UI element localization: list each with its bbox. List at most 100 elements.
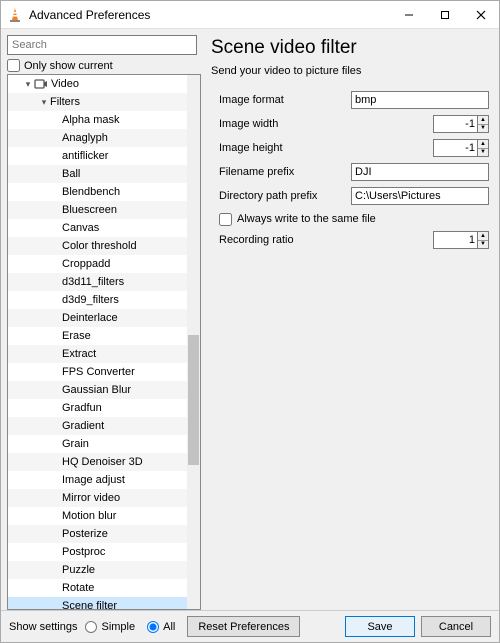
panel-subtitle: Send your video to picture files xyxy=(211,65,489,77)
row-image-height: Image height ▲▼ xyxy=(211,137,489,159)
tree-leaf[interactable]: Puzzle xyxy=(8,561,187,579)
spin-down-icon[interactable]: ▼ xyxy=(478,149,488,157)
input-dir-prefix[interactable] xyxy=(351,187,489,205)
tree-leaf[interactable]: Deinterlace xyxy=(8,309,187,327)
tree-leaf[interactable]: Blendbench xyxy=(8,183,187,201)
only-show-current-row[interactable]: Only show current xyxy=(7,59,201,72)
tree-leaf[interactable]: HQ Denoiser 3D xyxy=(8,453,187,471)
tree-node-label: HQ Denoiser 3D xyxy=(62,456,143,468)
tree-node-label: Gaussian Blur xyxy=(62,384,131,396)
tree-leaf[interactable]: Gradient xyxy=(8,417,187,435)
radio-simple-label: Simple xyxy=(101,621,135,633)
input-recording-ratio[interactable] xyxy=(433,231,478,249)
input-image-width[interactable] xyxy=(433,115,478,133)
row-recording-ratio: Recording ratio ▲▼ xyxy=(211,229,489,251)
spin-up-icon[interactable]: ▲ xyxy=(478,140,488,149)
spin-down-icon[interactable]: ▼ xyxy=(478,125,488,133)
maximize-button[interactable] xyxy=(427,1,463,29)
minimize-button[interactable] xyxy=(391,1,427,29)
close-button[interactable] xyxy=(463,1,499,29)
tree-leaf[interactable]: Alpha mask xyxy=(8,111,187,129)
scrollbar-thumb[interactable] xyxy=(188,335,199,465)
row-dir-prefix: Directory path prefix xyxy=(211,185,489,207)
tree-leaf[interactable]: Extract xyxy=(8,345,187,363)
tree-leaf[interactable]: Bluescreen xyxy=(8,201,187,219)
tree-leaf[interactable]: Color threshold xyxy=(8,237,187,255)
label-image-format: Image format xyxy=(211,94,351,106)
dialog-footer: Show settings Simple All Reset Preferenc… xyxy=(1,610,499,642)
label-image-width: Image width xyxy=(211,118,351,130)
tree-leaf[interactable]: d3d9_filters xyxy=(8,291,187,309)
radio-simple-wrap[interactable]: Simple xyxy=(85,621,135,633)
save-button[interactable]: Save xyxy=(345,616,415,637)
tree-leaf[interactable]: Postproc xyxy=(8,543,187,561)
tree-leaf[interactable]: Canvas xyxy=(8,219,187,237)
tree-leaf[interactable]: Erase xyxy=(8,327,187,345)
tree-node-label: Motion blur xyxy=(62,510,116,522)
radio-all[interactable] xyxy=(147,621,159,633)
chevron-down-icon: ▾ xyxy=(38,97,50,108)
row-image-width: Image width ▲▼ xyxy=(211,113,489,135)
tree-node-label: d3d11_filters xyxy=(62,276,124,288)
label-recording-ratio: Recording ratio xyxy=(211,234,351,246)
tree-leaf[interactable]: d3d11_filters xyxy=(8,273,187,291)
titlebar: Advanced Preferences xyxy=(1,1,499,29)
tree-leaf[interactable]: FPS Converter xyxy=(8,363,187,381)
input-filename-prefix[interactable] xyxy=(351,163,489,181)
tree-leaf[interactable]: Grain xyxy=(8,435,187,453)
tree-leaf[interactable]: Ball xyxy=(8,165,187,183)
reset-preferences-button[interactable]: Reset Preferences xyxy=(187,616,300,637)
spinner-image-height[interactable]: ▲▼ xyxy=(433,139,489,157)
tree-container: ▾Video▾FiltersAlpha mask Anaglyph antiflic… xyxy=(7,74,201,610)
spin-up-icon[interactable]: ▲ xyxy=(478,232,488,241)
tree-node-label: Blendbench xyxy=(62,186,120,198)
tree-leaf[interactable]: Gradfun xyxy=(8,399,187,417)
tree-node-video[interactable]: ▾Video xyxy=(8,75,187,93)
cancel-button[interactable]: Cancel xyxy=(421,616,491,637)
settings-panel: Scene video filter Send your video to pi… xyxy=(201,29,499,610)
spin-up-icon[interactable]: ▲ xyxy=(478,116,488,125)
only-show-current-checkbox[interactable] xyxy=(7,59,20,72)
tree-node-label: antiflicker xyxy=(62,150,108,162)
search-input[interactable] xyxy=(7,35,197,55)
checkbox-always-same-file[interactable] xyxy=(219,213,232,226)
tree-node-filters[interactable]: ▾Filters xyxy=(8,93,187,111)
tree-leaf[interactable]: Mirror video xyxy=(8,489,187,507)
spinner-buttons[interactable]: ▲▼ xyxy=(478,231,489,249)
tree-leaf[interactable]: Gaussian Blur xyxy=(8,381,187,399)
tree-leaf[interactable]: Croppadd xyxy=(8,255,187,273)
label-image-height: Image height xyxy=(211,142,351,154)
tree-leaf[interactable]: Anaglyph xyxy=(8,129,187,147)
spinner-recording-ratio[interactable]: ▲▼ xyxy=(433,231,489,249)
only-show-current-label: Only show current xyxy=(24,60,113,72)
spinner-buttons[interactable]: ▲▼ xyxy=(478,139,489,157)
spin-down-icon[interactable]: ▼ xyxy=(478,241,488,249)
tree-leaf[interactable]: Motion blur xyxy=(8,507,187,525)
tree-node-label: Croppadd xyxy=(62,258,110,270)
label-always-same-file: Always write to the same file xyxy=(237,213,376,225)
tree-node-label: Anaglyph xyxy=(62,132,108,144)
preferences-tree[interactable]: ▾Video▾FiltersAlpha mask Anaglyph antiflic… xyxy=(8,75,187,609)
row-filename-prefix: Filename prefix xyxy=(211,161,489,183)
radio-all-wrap[interactable]: All xyxy=(147,621,175,633)
row-always-same-file[interactable]: Always write to the same file xyxy=(211,209,489,229)
spinner-buttons[interactable]: ▲▼ xyxy=(478,115,489,133)
tree-leaf[interactable]: Image adjust xyxy=(8,471,187,489)
input-image-format[interactable] xyxy=(351,91,489,109)
tree-leaf[interactable]: Scene filter xyxy=(8,597,187,609)
tree-leaf[interactable]: antiflicker xyxy=(8,147,187,165)
spinner-image-width[interactable]: ▲▼ xyxy=(433,115,489,133)
footer-right: Save Cancel xyxy=(345,616,491,637)
tree-leaf[interactable]: Posterize xyxy=(8,525,187,543)
tree-node-label: Canvas xyxy=(62,222,99,234)
tree-leaf[interactable]: Rotate xyxy=(8,579,187,597)
radio-simple[interactable] xyxy=(85,621,97,633)
input-image-height[interactable] xyxy=(433,139,478,157)
dialog-body: Only show current ▾Video▾FiltersAlpha ma… xyxy=(1,29,499,610)
row-image-format: Image format xyxy=(211,89,489,111)
window-title: Advanced Preferences xyxy=(29,8,391,22)
tree-node-label: Erase xyxy=(62,330,91,342)
label-dir-prefix: Directory path prefix xyxy=(211,190,351,202)
tree-scrollbar[interactable] xyxy=(187,75,200,609)
scrollbar-track[interactable] xyxy=(187,75,200,609)
